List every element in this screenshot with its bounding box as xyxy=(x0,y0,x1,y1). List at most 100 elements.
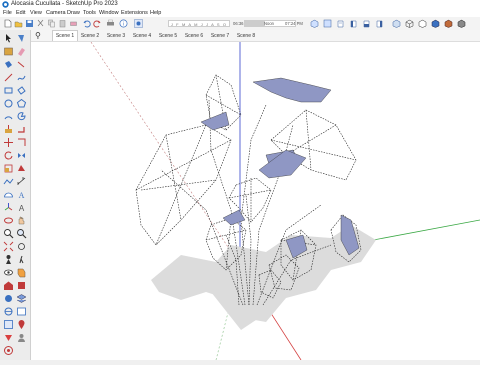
styles-icon[interactable] xyxy=(3,293,14,304)
zoom-window-icon[interactable] xyxy=(16,228,27,239)
main-toolbar: i J F M A M J J A S O N D 06:36 AM Noon … xyxy=(0,17,480,34)
zoom-tool-icon[interactable] xyxy=(3,228,14,239)
3d-text-icon[interactable]: A xyxy=(16,202,27,213)
copy-icon[interactable] xyxy=(47,19,56,28)
menu-edit[interactable]: Edit xyxy=(16,9,25,17)
target-icon[interactable] xyxy=(3,345,14,356)
textured-icon[interactable] xyxy=(444,19,453,28)
menu-tools[interactable]: Tools xyxy=(83,9,96,17)
xray-icon[interactable] xyxy=(392,19,401,28)
send-to-layout-icon[interactable] xyxy=(3,332,14,343)
tab-scene-4[interactable]: Scene 4 xyxy=(130,31,154,41)
warehouse-icon[interactable] xyxy=(3,280,14,291)
walk-tool-icon[interactable] xyxy=(16,254,27,265)
offset-tool-icon[interactable] xyxy=(16,137,27,148)
previous-view-icon[interactable] xyxy=(16,241,27,252)
menu-view[interactable]: View xyxy=(30,9,42,17)
trays-icon[interactable] xyxy=(3,319,14,330)
left-view-icon[interactable] xyxy=(375,19,384,28)
hidden-line-icon[interactable] xyxy=(418,19,427,28)
save-icon[interactable] xyxy=(25,19,34,28)
front-view-icon[interactable] xyxy=(336,19,345,28)
redo-icon[interactable] xyxy=(93,19,102,28)
eraser-tool-icon[interactable] xyxy=(16,46,27,57)
tape-measure-icon[interactable] xyxy=(16,59,27,70)
outliner-icon[interactable] xyxy=(3,306,14,317)
zoom-extents-icon[interactable] xyxy=(3,241,14,252)
menu-file[interactable]: File xyxy=(3,9,12,17)
pie-tool-icon[interactable] xyxy=(16,111,27,122)
follow-me-icon[interactable] xyxy=(16,124,27,135)
position-camera-icon[interactable] xyxy=(3,254,14,265)
rectangle-tool-icon[interactable] xyxy=(3,85,14,96)
menu-window[interactable]: Window xyxy=(99,9,119,17)
undo-icon[interactable] xyxy=(82,19,91,28)
paste-icon[interactable] xyxy=(58,19,67,28)
open-icon[interactable] xyxy=(14,19,23,28)
pan-tool-icon[interactable] xyxy=(16,215,27,226)
solid-tools-icon[interactable] xyxy=(16,163,27,174)
scenes-icon[interactable] xyxy=(16,306,27,317)
shadow-time-fill xyxy=(245,21,265,26)
extension-warehouse-icon[interactable] xyxy=(16,280,27,291)
tab-scene-8[interactable]: Scene 8 xyxy=(234,31,258,41)
menu-camera[interactable]: Camera xyxy=(46,9,66,17)
tab-scene-5[interactable]: Scene 5 xyxy=(156,31,180,41)
model-canvas[interactable] xyxy=(31,30,480,361)
axes-tool-icon[interactable] xyxy=(3,202,14,213)
lasso-tool-icon[interactable] xyxy=(16,33,27,44)
sandbox-icon[interactable] xyxy=(3,176,14,187)
shaded-icon[interactable] xyxy=(431,19,440,28)
back-view-icon[interactable] xyxy=(362,19,371,28)
monochrome-icon[interactable] xyxy=(457,19,466,28)
tab-scene-6[interactable]: Scene 6 xyxy=(182,31,206,41)
line-tool-icon[interactable] xyxy=(3,72,14,83)
text-tool-icon[interactable]: A xyxy=(16,189,27,200)
add-location-icon[interactable] xyxy=(16,319,27,330)
section-plane-icon[interactable] xyxy=(16,267,27,278)
paint-bucket-icon[interactable] xyxy=(3,59,14,70)
print-icon[interactable] xyxy=(106,19,115,28)
menu-extensions[interactable]: Extensions xyxy=(121,9,148,17)
flip-tool-icon[interactable] xyxy=(16,150,27,161)
shadow-month-bar[interactable]: J F M A M J J A S O N D xyxy=(168,20,230,34)
protractor-icon[interactable] xyxy=(3,189,14,200)
tab-scene-2[interactable]: Scene 2 xyxy=(78,31,102,41)
tab-scene-3[interactable]: Scene 3 xyxy=(104,31,128,41)
model-info-icon[interactable]: i xyxy=(119,19,128,28)
cut-icon[interactable] xyxy=(36,19,45,28)
sketchup-app-icon xyxy=(2,1,9,8)
profile-icon[interactable] xyxy=(16,332,27,343)
shadow-noon-label: Noon xyxy=(264,21,275,26)
wireframe-icon[interactable] xyxy=(405,19,414,28)
shadows-icon[interactable] xyxy=(134,19,143,28)
scale-tool-icon[interactable] xyxy=(3,163,14,174)
menu-draw[interactable]: Draw xyxy=(67,9,80,17)
circle-tool-icon[interactable] xyxy=(3,98,14,109)
polygon-tool-icon[interactable] xyxy=(16,98,27,109)
new-file-icon[interactable] xyxy=(3,19,12,28)
push-pull-icon[interactable] xyxy=(3,124,14,135)
iso-view-icon[interactable] xyxy=(310,19,319,28)
menu-help[interactable]: Help xyxy=(150,9,161,17)
tab-scene-7[interactable]: Scene 7 xyxy=(208,31,232,41)
top-view-icon[interactable] xyxy=(323,19,332,28)
arc-tool-icon[interactable] xyxy=(3,111,14,122)
layers-icon[interactable] xyxy=(16,293,27,304)
rotate-tool-icon[interactable] xyxy=(3,150,14,161)
right-view-icon[interactable] xyxy=(349,19,358,28)
move-tool-icon[interactable] xyxy=(3,137,14,148)
dimension-tool-icon[interactable] xyxy=(16,176,27,187)
menu-bar: File Edit View Camera Draw Tools Window … xyxy=(0,9,480,17)
orbit-tool-icon[interactable] xyxy=(3,215,14,226)
svg-text:A: A xyxy=(19,204,25,213)
pin-icon[interactable]: ⚲ xyxy=(35,31,44,40)
model-viewport[interactable] xyxy=(31,30,480,361)
select-tool-icon[interactable] xyxy=(3,33,14,44)
look-around-icon[interactable] xyxy=(3,267,14,278)
freehand-tool-icon[interactable] xyxy=(16,72,27,83)
erase-icon[interactable] xyxy=(69,19,78,28)
rotated-rectangle-icon[interactable] xyxy=(16,85,27,96)
component-tool-icon[interactable] xyxy=(3,46,14,57)
tab-scene-1[interactable]: Scene 1 xyxy=(52,30,78,41)
